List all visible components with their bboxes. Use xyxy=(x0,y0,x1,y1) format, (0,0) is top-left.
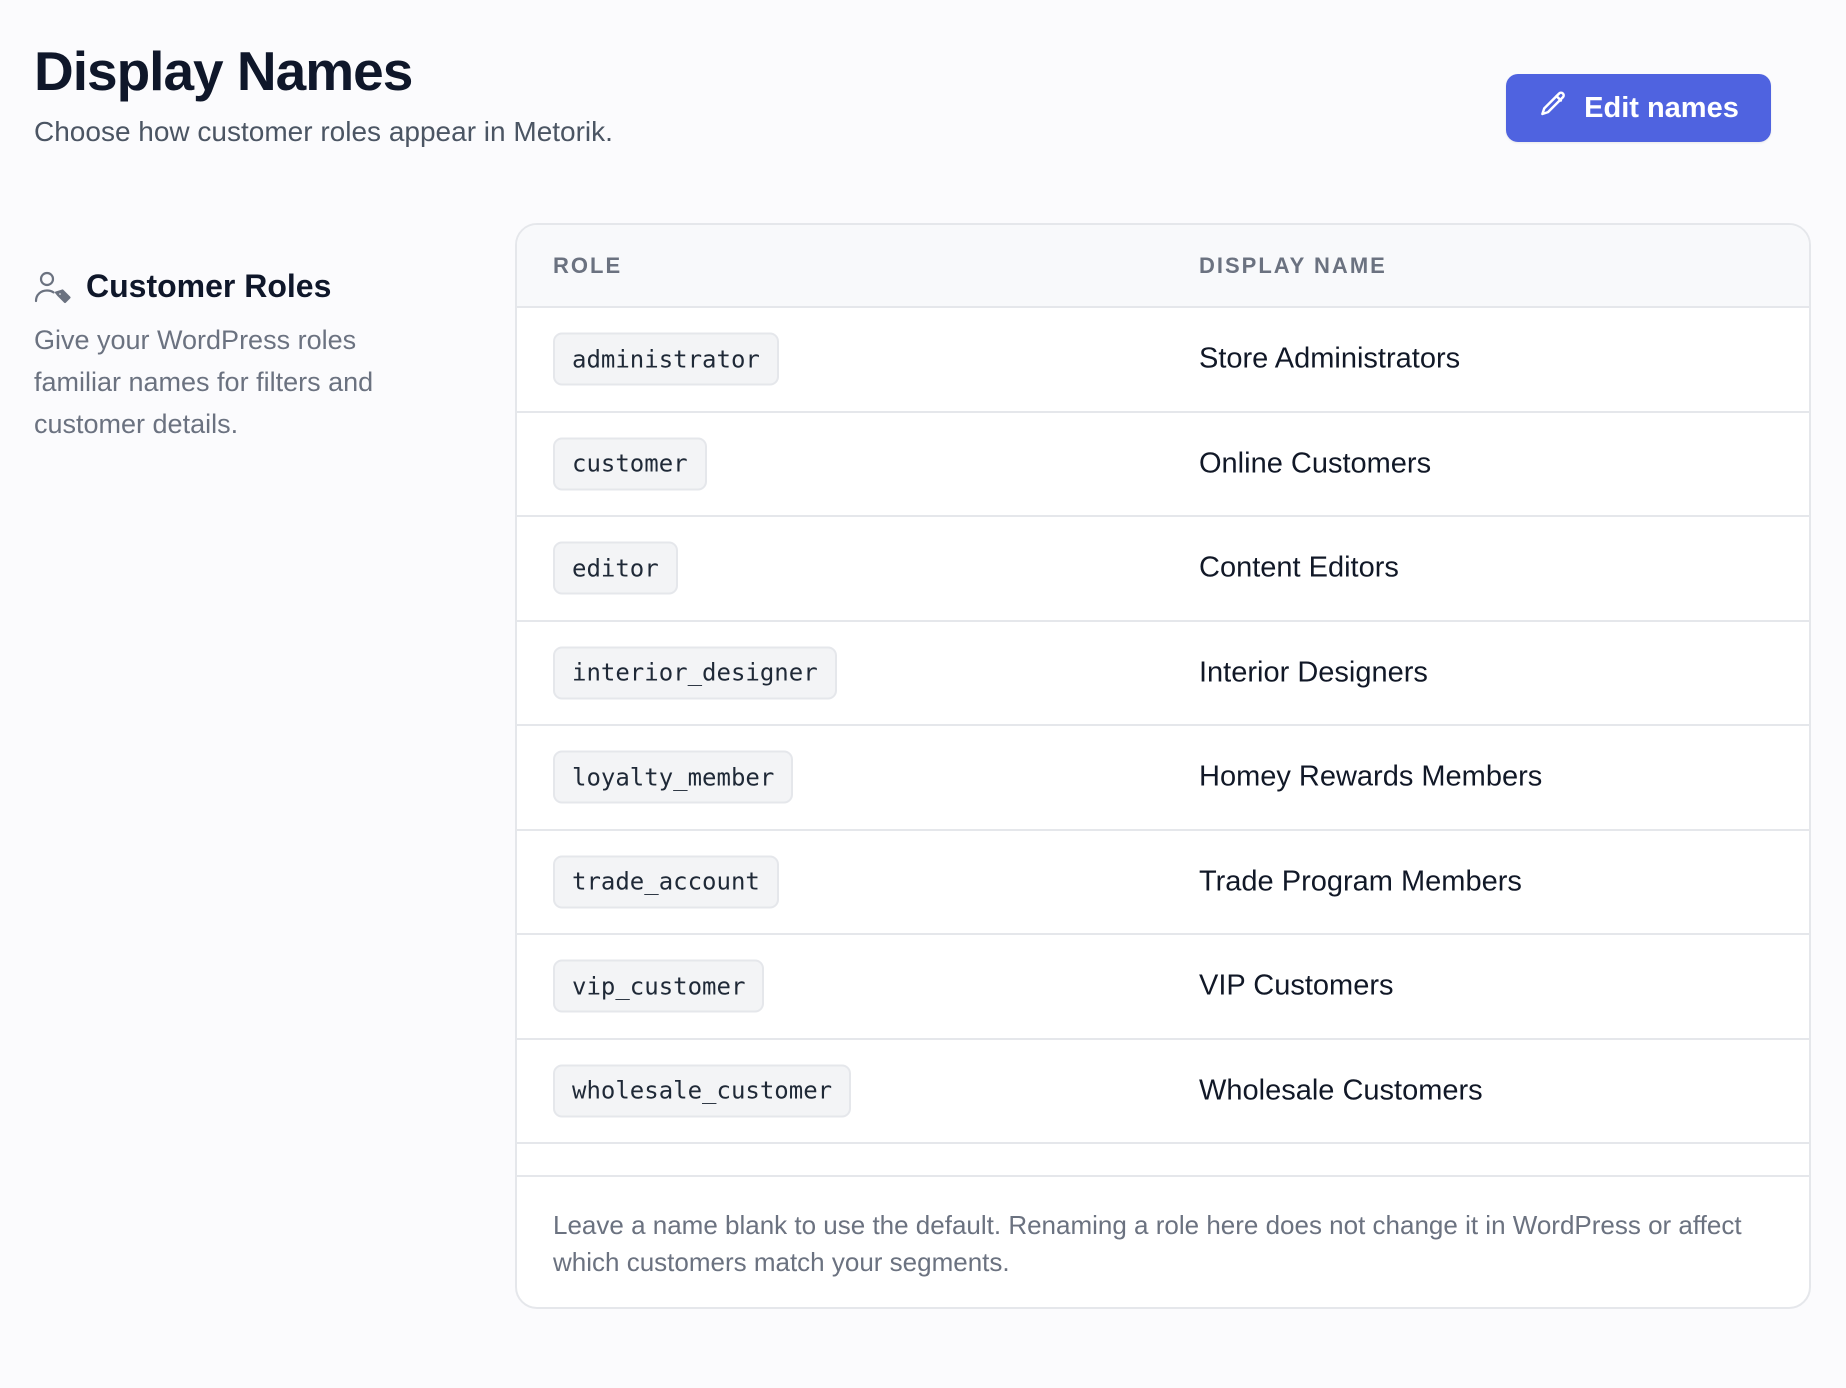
table-row: customer Online Customers xyxy=(517,413,1809,517)
edit-names-label: Edit names xyxy=(1584,91,1739,124)
role-key: loyalty_member xyxy=(553,750,794,804)
role-key: customer xyxy=(553,437,707,491)
section-help-text: Give your WordPress roles familiar names… xyxy=(34,325,374,439)
role-key: wholesale_customer xyxy=(553,1064,852,1118)
section-title: Customer Roles xyxy=(86,268,332,304)
edit-names-button[interactable]: Edit names xyxy=(1506,74,1771,142)
table-row: interior_designer Interior Designers xyxy=(517,622,1809,726)
section-description: Customer Roles Give your WordPress roles… xyxy=(34,268,434,445)
role-display-name: VIP Customers xyxy=(1199,969,1394,1002)
role-display-name: Online Customers xyxy=(1199,447,1432,480)
role-display-name: Interior Designers xyxy=(1199,656,1428,689)
table-row: vip_customer VIP Customers xyxy=(517,935,1809,1040)
table-row: wholesale_customer Wholesale Customers xyxy=(517,1040,1809,1144)
display-names-page: Display Names Choose how customer roles … xyxy=(0,0,1846,1388)
page-header: Display Names Choose how customer roles … xyxy=(34,40,613,150)
page-subtitle: Choose how customer roles appear in Meto… xyxy=(34,116,613,147)
table-row: editor Content Editors xyxy=(517,517,1809,622)
table-row: trade_account Trade Program Members xyxy=(517,831,1809,935)
section-heading: Customer Roles xyxy=(34,268,434,305)
column-header-display-name: DISPLAY NAME xyxy=(1199,252,1387,278)
pencil-icon xyxy=(1538,89,1568,127)
roles-table-card: ROLE DISPLAY NAME administrator Store Ad… xyxy=(515,223,1811,1309)
role-display-name: Trade Program Members xyxy=(1199,865,1522,898)
role-display-name: Store Administrators xyxy=(1199,342,1461,375)
role-key: trade_account xyxy=(553,855,779,909)
role-display-name: Content Editors xyxy=(1199,551,1399,584)
role-display-name: Homey Rewards Members xyxy=(1199,760,1543,793)
table-header: ROLE DISPLAY NAME xyxy=(517,225,1809,308)
role-key: editor xyxy=(553,541,678,595)
table-row: loyalty_member Homey Rewards Members xyxy=(517,726,1809,831)
role-key: interior_designer xyxy=(553,646,837,700)
role-display-name: Wholesale Customers xyxy=(1199,1074,1483,1107)
table-row: administrator Store Administrators xyxy=(517,308,1809,413)
page-title: Display Names xyxy=(34,40,413,102)
user-tag-icon xyxy=(34,270,72,304)
role-key: administrator xyxy=(553,332,779,386)
table-footer-note: Leave a name blank to use the default. R… xyxy=(517,1175,1809,1307)
role-key: vip_customer xyxy=(553,959,765,1013)
column-header-role: ROLE xyxy=(553,252,623,278)
